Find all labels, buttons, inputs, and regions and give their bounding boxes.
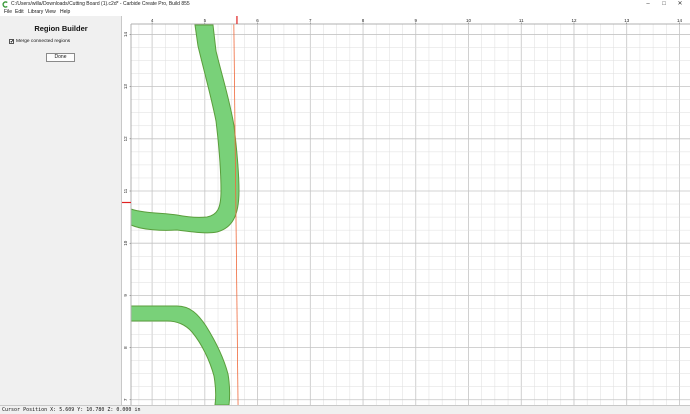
ruler-y-tick-label: 13 xyxy=(123,84,128,90)
menu-view[interactable]: View xyxy=(45,9,56,16)
title-bar: C:/Users/willa/Downloads/Cutting Board (… xyxy=(0,0,690,9)
ruler-y-tick-label: 11 xyxy=(123,188,128,193)
lower-curve-vector[interactable] xyxy=(130,305,231,405)
merge-label: Merge connected regions xyxy=(16,39,71,44)
design-canvas[interactable]: 4 5 6 7 8 9 10 11 12 13 14 7 8 9 10 11 12 13 14 xyxy=(122,16,690,405)
vectors[interactable] xyxy=(130,24,240,405)
canvas-drawing[interactable]: 4 5 6 7 8 9 10 11 12 13 147891011121314 xyxy=(122,16,690,405)
minimize-button[interactable]: – xyxy=(640,0,656,9)
upper-curve-vector[interactable] xyxy=(130,24,240,234)
close-button[interactable]: ✕ xyxy=(672,0,688,9)
status-bar: Cursor Position X: 5.609 Y: 10.780 Z: 0.… xyxy=(0,405,690,414)
menu-edit[interactable]: Edit xyxy=(15,9,24,16)
ruler-y-tick-label: 12 xyxy=(123,136,128,142)
region-builder-panel: Region Builder ✔ Merge connected regions… xyxy=(0,16,122,405)
merge-checkbox[interactable]: ✔ xyxy=(9,39,14,45)
ruler-x-tick-label: 11 xyxy=(519,18,524,23)
ruler-y-tick-label: 14 xyxy=(123,31,128,37)
done-button[interactable]: Done xyxy=(46,53,75,62)
menu-library[interactable]: Library xyxy=(28,9,43,16)
menu-help[interactable]: Help xyxy=(60,9,70,16)
menu-file[interactable]: File xyxy=(4,9,12,16)
ruler-y-tick-label: 10 xyxy=(123,240,128,246)
ruler-x-tick-label: 10 xyxy=(466,18,472,23)
ruler-x-tick-label: 12 xyxy=(571,18,577,23)
cursor-position-readout: Cursor Position X: 5.609 Y: 10.780 Z: 0.… xyxy=(2,407,141,413)
maximize-button[interactable]: □ xyxy=(656,0,672,9)
cursor-y-marker xyxy=(122,201,131,204)
menu-bar: File Edit Library View Help xyxy=(0,9,690,16)
carbide-create-icon xyxy=(2,1,8,8)
top-ruler[interactable] xyxy=(122,16,690,24)
window-title: C:/Users/willa/Downloads/Cutting Board (… xyxy=(11,1,190,7)
cursor-x-marker xyxy=(236,16,238,24)
ruler-x-tick-label: 14 xyxy=(677,18,683,23)
panel-title: Region Builder xyxy=(34,24,88,33)
ruler-x-tick-label: 13 xyxy=(624,18,630,23)
